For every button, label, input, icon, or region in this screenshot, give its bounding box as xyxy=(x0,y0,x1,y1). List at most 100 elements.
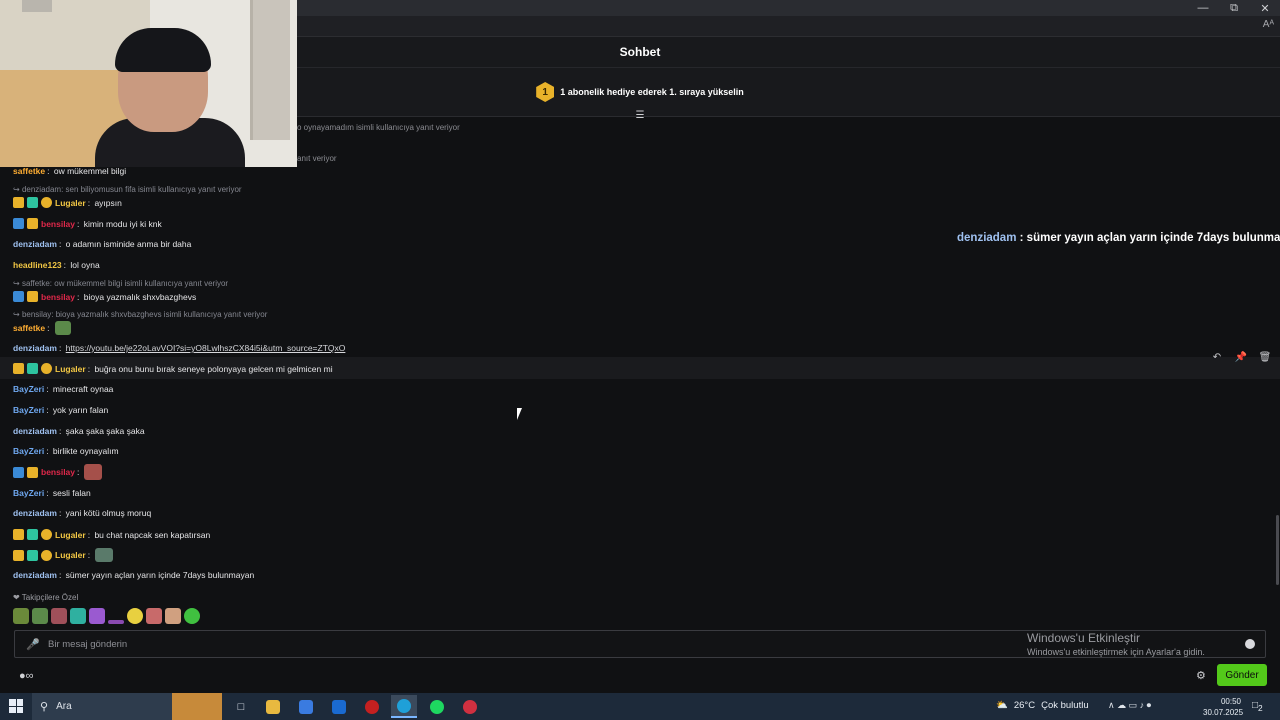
message-input[interactable] xyxy=(48,638,948,650)
emote-icon[interactable] xyxy=(108,620,124,624)
crown-badge-icon xyxy=(27,218,38,229)
message-text: şaka şaka şaka şaka xyxy=(65,426,145,436)
system-tray[interactable]: ∧ ☁ ▭ ♪ ⏺ xyxy=(1108,700,1151,711)
emote-icon[interactable] xyxy=(51,608,67,624)
read-aloud-icon[interactable]: Aᴬ xyxy=(1263,19,1274,30)
opera-icon[interactable] xyxy=(359,695,385,718)
pin-icon[interactable]: 📌 xyxy=(1234,352,1248,363)
chat-overlay-message: denziadam : sümer yayın açlan yarın için… xyxy=(957,232,1280,244)
composer-footer: ●∞ ⚙ Gönder xyxy=(0,662,1280,692)
username[interactable]: bensilay xyxy=(41,292,75,302)
expand-icon[interactable]: ☰ xyxy=(633,110,647,121)
username[interactable]: denziadam xyxy=(13,239,57,249)
chat-message: denziadam: sümer yayın açlan yarın içind… xyxy=(13,570,255,580)
message-link[interactable]: https://youtu.be/je22oLavVOI?si=yO8Lwlhs… xyxy=(66,343,346,353)
message-text: sümer yayın açlan yarın içinde 7days bul… xyxy=(65,570,255,580)
chat-message: Lugaler: bu chat napcak sen kapatırsan xyxy=(13,529,210,540)
taskbar-search[interactable]: ⚲ Ara xyxy=(32,693,222,720)
reply-context-line: o oynayamadım isimli kullanıcıya yanıt v… xyxy=(297,123,460,132)
username[interactable]: bensilay xyxy=(41,467,75,477)
emote-icon[interactable] xyxy=(89,608,105,624)
reply-icon[interactable]: ↶ xyxy=(1210,352,1224,363)
message-text: bu chat napcak sen kapatırsan xyxy=(94,529,211,540)
delete-icon[interactable]: 🗑 xyxy=(1258,352,1272,363)
notification-icon[interactable]: □2 xyxy=(1252,700,1263,713)
username[interactable]: denziadam xyxy=(13,570,57,580)
username[interactable]: BayZeri xyxy=(13,405,44,415)
emote-icon[interactable] xyxy=(165,608,181,624)
file-explorer-icon[interactable] xyxy=(260,695,286,718)
moderator-badge-icon xyxy=(13,291,24,302)
chat-message: saffetke: xyxy=(13,321,71,335)
username[interactable]: saffetke xyxy=(13,323,45,333)
spotify-icon[interactable] xyxy=(424,695,450,718)
username[interactable]: BayZeri xyxy=(13,384,44,394)
username[interactable]: bensilay xyxy=(41,219,75,229)
store-icon[interactable] xyxy=(293,695,319,718)
chat-messages: saffetke: ow mükemmel bilgi ↪ denziadam:… xyxy=(0,160,1280,630)
app-icon[interactable] xyxy=(457,695,483,718)
maximize-button[interactable]: ⧉ xyxy=(1219,0,1249,16)
message-text: minecraft oynaa xyxy=(52,384,114,394)
chat-message: Lugaler: ayıpsın xyxy=(13,197,122,208)
username[interactable]: denziadam xyxy=(13,508,57,518)
username[interactable]: headline123 xyxy=(13,260,62,270)
message-text: bioya yazmalık shxvbazghevs xyxy=(83,291,197,302)
subscriber-badge-icon xyxy=(27,549,38,561)
username[interactable]: denziadam xyxy=(13,426,57,436)
coin-badge-icon xyxy=(41,529,52,540)
chat-message: denziadam: o adamın isminide anma bir da… xyxy=(13,239,192,249)
emote-icon[interactable] xyxy=(184,608,200,624)
search-highlight-image xyxy=(172,693,222,720)
username[interactable]: BayZeri xyxy=(13,446,44,456)
windows-start-icon[interactable] xyxy=(9,699,23,713)
send-button[interactable]: Gönder xyxy=(1217,664,1267,686)
chat-settings-icon[interactable]: ⚙ xyxy=(1196,669,1206,682)
edge-icon[interactable] xyxy=(391,695,417,718)
subscriber-badge-icon xyxy=(27,197,38,208)
emote-icon[interactable] xyxy=(70,608,86,624)
message-actions: ↶ 📌 🗑 xyxy=(1210,352,1272,363)
message-text: sesli falan xyxy=(52,488,91,498)
chat-message: Lugaler: buğra onu bunu bırak seneye pol… xyxy=(13,363,333,374)
webcam-feed xyxy=(0,0,297,167)
emoji-icon[interactable] xyxy=(1245,639,1255,649)
emote-icon[interactable] xyxy=(13,608,29,624)
crown-badge-icon xyxy=(13,363,24,374)
username[interactable]: Lugaler xyxy=(55,198,86,208)
message-text: yani kötü olmuş moruq xyxy=(65,508,152,518)
emote-icon[interactable] xyxy=(127,608,143,624)
task-view-icon[interactable]: □ xyxy=(228,695,254,718)
crown-badge-icon xyxy=(13,197,24,208)
chat-message: saffetke: ow mükemmel bilgi xyxy=(13,166,127,176)
username[interactable]: Lugaler xyxy=(55,530,86,540)
username[interactable]: BayZeri xyxy=(13,488,44,498)
outlook-icon[interactable] xyxy=(326,695,352,718)
emote-icon[interactable] xyxy=(32,608,48,624)
followers-only-label: ❤ Takipçilere Özel xyxy=(13,593,79,602)
minimize-button[interactable]: — xyxy=(1188,0,1218,16)
subscriber-badge-icon xyxy=(27,529,38,540)
microphone-icon[interactable]: 🎤 xyxy=(26,638,40,651)
windows-taskbar: ⚲ Ara □ ⛅ 26°C Çok bulutlu ∧ ☁ ▭ ♪ ⏺ 00:… xyxy=(0,693,1280,720)
points-icon[interactable]: ●∞ xyxy=(19,670,34,682)
mouse-cursor xyxy=(517,408,527,420)
windows-activation-watermark: Windows'u Etkinleştir Windows'u etkinleş… xyxy=(1027,631,1205,657)
scrollbar[interactable] xyxy=(1276,515,1279,585)
gift-banner-text: 1 abonelik hediye ederek 1. sıraya yükse… xyxy=(560,87,744,97)
close-button[interactable]: ✕ xyxy=(1250,0,1280,16)
username[interactable]: Lugaler xyxy=(55,364,86,374)
moderator-badge-icon xyxy=(13,218,24,229)
emote-icon[interactable] xyxy=(146,608,162,624)
chat-message: bensilay: kimin modu iyi ki knk xyxy=(13,218,162,229)
chat-title: Sohbet xyxy=(619,45,661,59)
username[interactable]: Lugaler xyxy=(55,550,86,560)
weather-widget[interactable]: ⛅ 26°C Çok bulutlu xyxy=(996,700,1089,711)
clock[interactable]: 00:50 30.07.2025 xyxy=(1203,696,1243,718)
username[interactable]: denziadam xyxy=(13,343,57,353)
chat-message: BayZeri: minecraft oynaa xyxy=(13,384,114,394)
coin-badge-icon xyxy=(41,197,52,208)
reply-context: ↪ bensilay: bioya yazmalık shxvbazghevs … xyxy=(13,310,268,319)
message-text: ow mükemmel bilgi xyxy=(53,166,127,176)
username[interactable]: saffetke xyxy=(13,166,45,176)
